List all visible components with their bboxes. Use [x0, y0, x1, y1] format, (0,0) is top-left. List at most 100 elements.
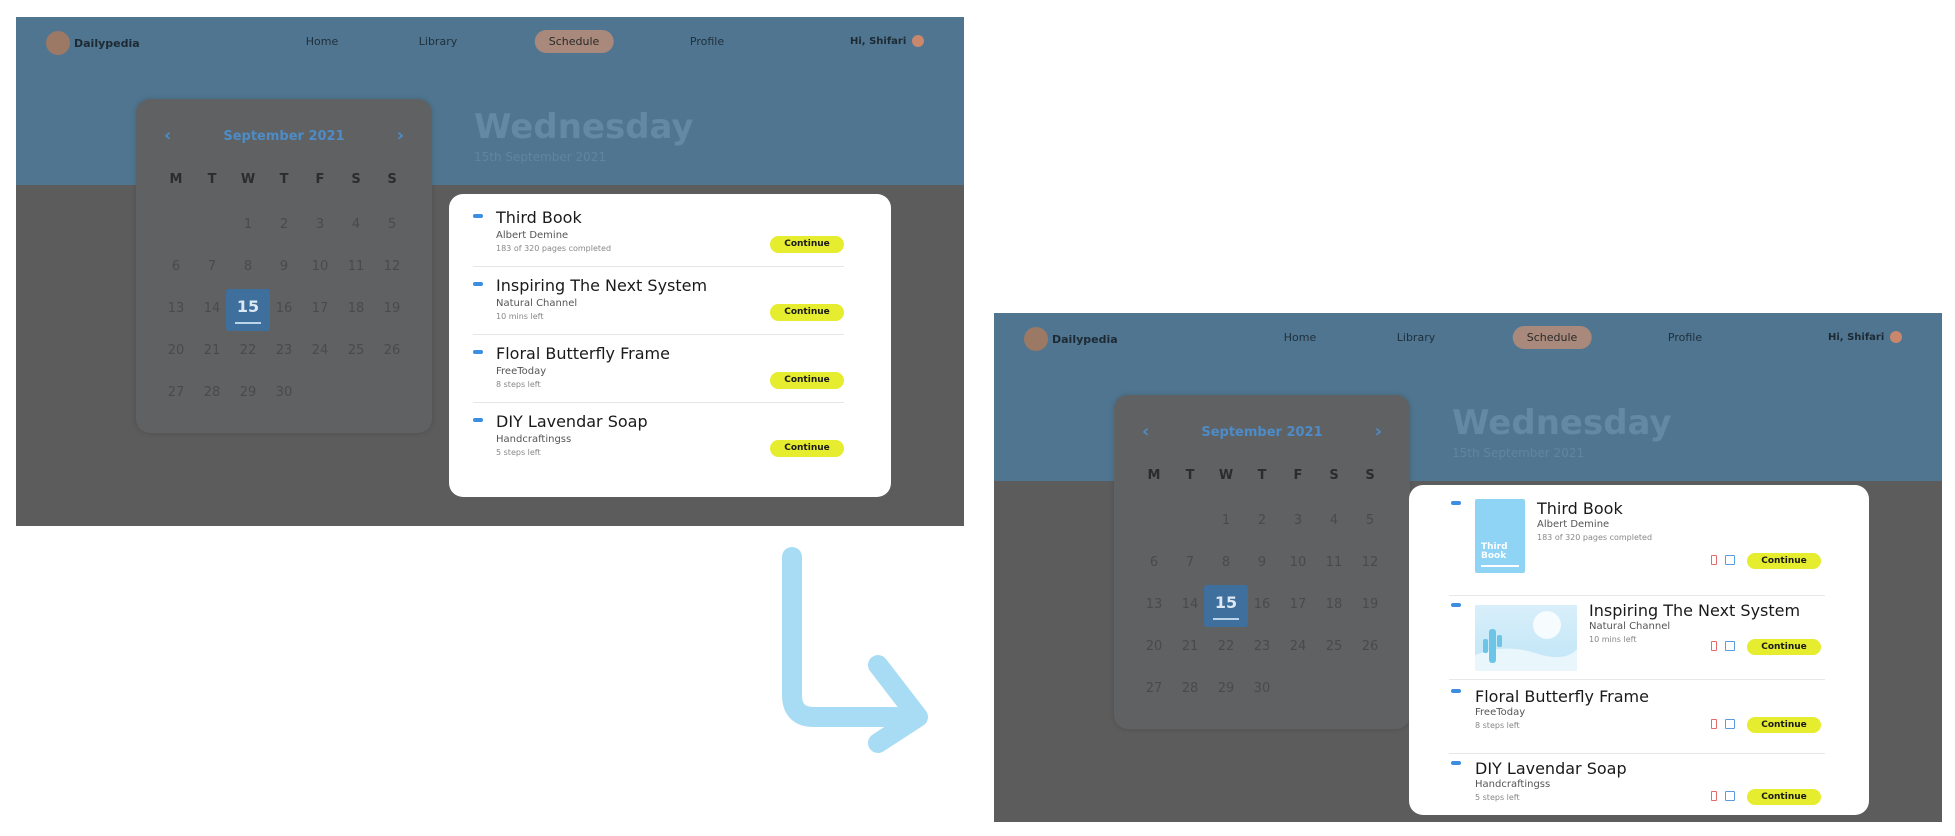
nav-schedule[interactable]: Schedule: [1512, 326, 1592, 349]
trash-icon[interactable]: [1711, 641, 1717, 651]
calendar-day[interactable]: 4: [1330, 513, 1338, 528]
nav-library[interactable]: Library: [1397, 331, 1435, 344]
nav-home[interactable]: Home: [306, 35, 338, 48]
calendar-day[interactable]: 8: [244, 259, 252, 274]
calendar-day[interactable]: 23: [1254, 639, 1271, 654]
task-progress: 5 steps left: [496, 448, 541, 457]
calendar-day[interactable]: 25: [1326, 639, 1343, 654]
calendar-day[interactable]: 2: [1258, 513, 1266, 528]
calendar-day[interactable]: 14: [1182, 597, 1199, 612]
task-progress: 8 steps left: [1475, 721, 1520, 730]
calendar-day[interactable]: 5: [388, 217, 396, 232]
calendar-day[interactable]: 4: [352, 217, 360, 232]
calendar-icon[interactable]: [1725, 791, 1735, 801]
calendar-day[interactable]: 13: [168, 301, 185, 316]
calendar-day[interactable]: 28: [204, 385, 221, 400]
row-divider: [473, 266, 844, 267]
calendar-day[interactable]: 29: [240, 385, 257, 400]
nav-schedule[interactable]: Schedule: [534, 30, 614, 53]
calendar-day[interactable]: 9: [1258, 555, 1266, 570]
trash-icon[interactable]: [1711, 719, 1717, 729]
continue-button[interactable]: Continue: [1747, 789, 1821, 805]
continue-button[interactable]: Continue: [1747, 553, 1821, 569]
calendar-day[interactable]: 19: [1362, 597, 1379, 612]
continue-button[interactable]: Continue: [770, 440, 844, 457]
list-bullet: [473, 282, 483, 286]
list-bullet: [1451, 603, 1461, 607]
calendar-day[interactable]: 24: [1290, 639, 1307, 654]
calendar-day[interactable]: 26: [384, 343, 401, 358]
calendar-day[interactable]: 18: [1326, 597, 1343, 612]
calendar-day[interactable]: 14: [204, 301, 221, 316]
calendar-day[interactable]: 3: [316, 217, 324, 232]
chevron-right-icon[interactable]: ›: [1375, 421, 1382, 442]
month-label: September 2021: [223, 129, 345, 144]
nav-home[interactable]: Home: [1284, 331, 1316, 344]
task-subtitle: FreeToday: [1475, 707, 1526, 718]
continue-button[interactable]: Continue: [770, 372, 844, 389]
continue-button[interactable]: Continue: [770, 304, 844, 321]
nav-profile[interactable]: Profile: [690, 35, 724, 48]
greeting[interactable]: Hi, Shifari: [1828, 331, 1903, 343]
calendar-day[interactable]: 20: [1146, 639, 1163, 654]
calendar-day[interactable]: 30: [276, 385, 293, 400]
calendar-day[interactable]: 11: [1326, 555, 1343, 570]
calendar-icon[interactable]: [1725, 641, 1735, 651]
calendar-day[interactable]: 6: [172, 259, 180, 274]
avatar: [912, 35, 925, 47]
selected-day-number: 15: [1214, 593, 1238, 612]
calendar-day[interactable]: 21: [1182, 639, 1199, 654]
calendar-day[interactable]: 12: [1362, 555, 1379, 570]
calendar-day[interactable]: 30: [1254, 681, 1271, 696]
calendar-day[interactable]: 22: [1218, 639, 1235, 654]
continue-button[interactable]: Continue: [770, 236, 844, 253]
calendar-day[interactable]: 12: [384, 259, 401, 274]
calendar-day[interactable]: 27: [168, 385, 185, 400]
calendar-day[interactable]: 25: [348, 343, 365, 358]
calendar-day[interactable]: 20: [168, 343, 185, 358]
continue-button[interactable]: Continue: [1747, 717, 1821, 733]
calendar-day[interactable]: 2: [280, 217, 288, 232]
calendar-day[interactable]: 1: [1222, 513, 1230, 528]
calendar-day[interactable]: 5: [1366, 513, 1374, 528]
calendar-day[interactable]: 13: [1146, 597, 1163, 612]
calendar-day[interactable]: 17: [1290, 597, 1307, 612]
calendar-day[interactable]: 1: [244, 217, 252, 232]
calendar-day[interactable]: 18: [348, 301, 365, 316]
calendar-day[interactable]: 16: [1254, 597, 1271, 612]
date-text: 15th September 2021: [1452, 446, 1585, 460]
calendar-day[interactable]: 29: [1218, 681, 1235, 696]
calendar-day[interactable]: 10: [1290, 555, 1307, 570]
continue-button[interactable]: Continue: [1747, 639, 1821, 655]
calendar-day[interactable]: 10: [312, 259, 329, 274]
calendar-day[interactable]: 22: [240, 343, 257, 358]
calendar-day[interactable]: 16: [276, 301, 293, 316]
calendar-day[interactable]: 7: [208, 259, 216, 274]
calendar-day[interactable]: 3: [1294, 513, 1302, 528]
calendar-day[interactable]: 6: [1150, 555, 1158, 570]
calendar-day[interactable]: 7: [1186, 555, 1194, 570]
greeting[interactable]: Hi, Shifari: [850, 35, 925, 47]
calendar-day[interactable]: 9: [280, 259, 288, 274]
nav-profile[interactable]: Profile: [1668, 331, 1702, 344]
calendar-icon[interactable]: [1725, 719, 1735, 729]
calendar-day[interactable]: 23: [276, 343, 293, 358]
selected-day[interactable]: 15: [226, 289, 270, 331]
calendar-day[interactable]: 17: [312, 301, 329, 316]
calendar-day[interactable]: 8: [1222, 555, 1230, 570]
calendar-day[interactable]: 26: [1362, 639, 1379, 654]
logo[interactable]: Dailypedia: [1024, 327, 1118, 351]
calendar-day[interactable]: 11: [348, 259, 365, 274]
nav-library[interactable]: Library: [419, 35, 457, 48]
calendar-day[interactable]: 19: [384, 301, 401, 316]
chevron-right-icon[interactable]: ›: [397, 125, 404, 146]
selected-day[interactable]: 15: [1204, 585, 1248, 627]
calendar-day[interactable]: 21: [204, 343, 221, 358]
trash-icon[interactable]: [1711, 791, 1717, 801]
calendar-icon[interactable]: [1725, 555, 1735, 565]
trash-icon[interactable]: [1711, 555, 1717, 565]
logo[interactable]: Dailypedia: [46, 31, 140, 55]
calendar-day[interactable]: 24: [312, 343, 329, 358]
calendar-day[interactable]: 28: [1182, 681, 1199, 696]
calendar-day[interactable]: 27: [1146, 681, 1163, 696]
